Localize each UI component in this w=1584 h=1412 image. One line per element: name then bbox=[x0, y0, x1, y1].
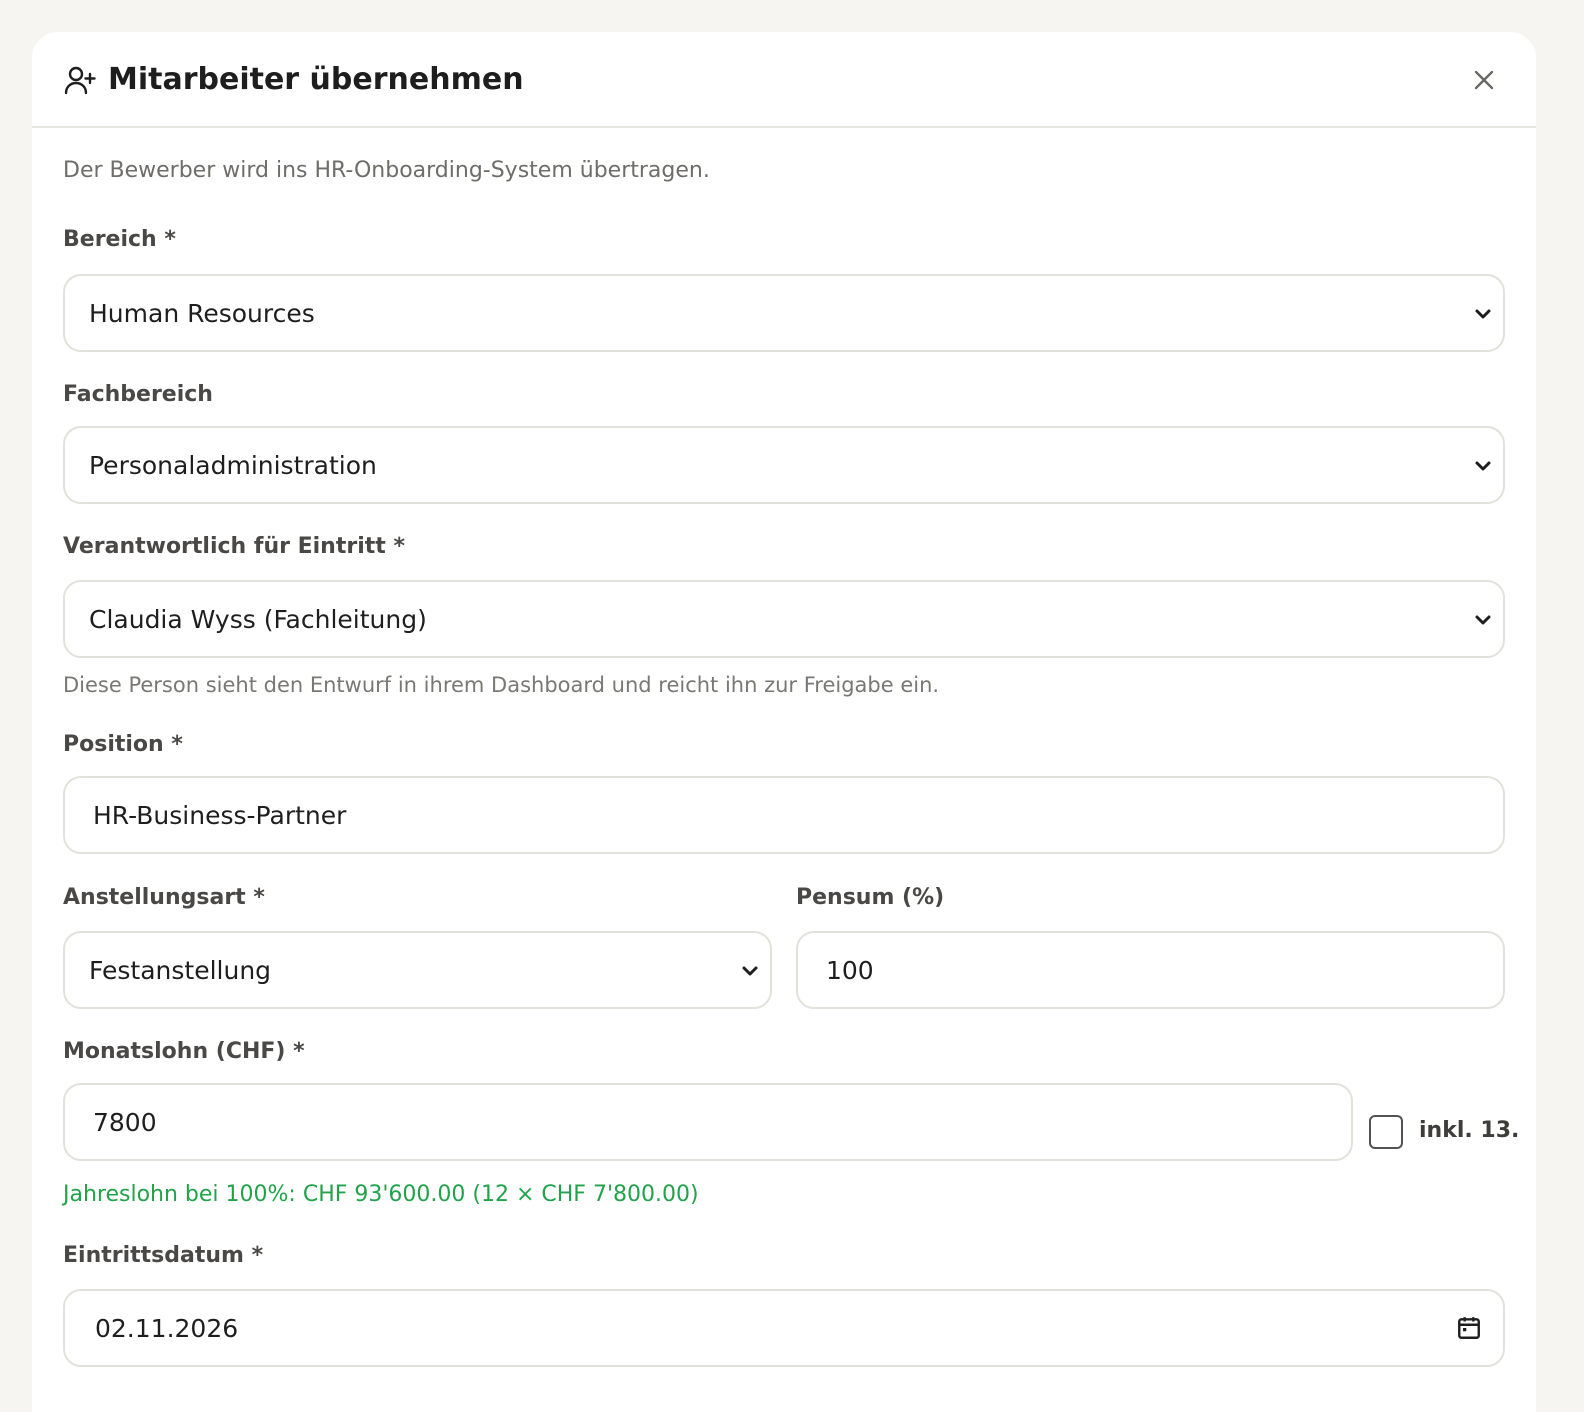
pensum-input[interactable]: 100 bbox=[796, 931, 1505, 1009]
fachbereich-select[interactable]: Personaladministration bbox=[63, 426, 1505, 504]
modal-header: Mitarbeiter übernehmen bbox=[32, 32, 1536, 128]
anstellungsart-select[interactable]: Festanstellung bbox=[63, 931, 772, 1009]
jahreslohn-summary: Jahreslohn bei 100%: CHF 93'600.00 (12 ×… bbox=[63, 1182, 699, 1207]
intro-text: Der Bewerber wird ins HR-Onboarding-Syst… bbox=[63, 158, 710, 183]
inkl-13-label: inkl. 13. bbox=[1419, 1118, 1520, 1143]
eintrittsdatum-value: 02.11.2026 bbox=[95, 1314, 239, 1343]
position-input[interactable]: HR-Business-Partner bbox=[63, 776, 1505, 854]
bereich-value: Human Resources bbox=[89, 299, 315, 328]
pensum-value: 100 bbox=[826, 956, 874, 985]
modal-title: Mitarbeiter übernehmen bbox=[108, 62, 524, 97]
fachbereich-value: Personaladministration bbox=[89, 451, 377, 480]
verantwortlich-value: Claudia Wyss (Fachleitung) bbox=[89, 605, 427, 634]
bereich-label: Bereich * bbox=[63, 227, 176, 252]
pensum-label: Pensum (%) bbox=[796, 885, 945, 910]
chevron-down-icon bbox=[1475, 461, 1491, 471]
inkl-13-checkbox[interactable] bbox=[1369, 1115, 1403, 1149]
fachbereich-label: Fachbereich bbox=[63, 382, 213, 407]
position-value: HR-Business-Partner bbox=[93, 801, 347, 830]
eintrittsdatum-input[interactable]: 02.11.2026 bbox=[63, 1289, 1505, 1367]
user-plus-icon bbox=[64, 66, 96, 95]
monatslohn-label: Monatslohn (CHF) * bbox=[63, 1039, 305, 1064]
calendar-icon[interactable] bbox=[1456, 1315, 1482, 1341]
modal-dialog: Mitarbeiter übernehmen Der Bewerber wird… bbox=[32, 32, 1536, 1412]
verantwortlich-hint: Diese Person sieht den Entwurf in ihrem … bbox=[63, 673, 940, 697]
monatslohn-value: 7800 bbox=[93, 1108, 157, 1137]
close-icon bbox=[1474, 70, 1494, 90]
chevron-down-icon bbox=[1475, 615, 1491, 625]
chevron-down-icon bbox=[1475, 309, 1491, 319]
position-label: Position * bbox=[63, 732, 183, 757]
verantwortlich-select[interactable]: Claudia Wyss (Fachleitung) bbox=[63, 580, 1505, 658]
close-button[interactable] bbox=[1466, 62, 1502, 98]
chevron-down-icon bbox=[742, 966, 758, 976]
anstellungsart-value: Festanstellung bbox=[89, 956, 272, 985]
bereich-select[interactable]: Human Resources bbox=[63, 274, 1505, 352]
monatslohn-input[interactable]: 7800 bbox=[63, 1083, 1353, 1161]
anstellungsart-label: Anstellungsart * bbox=[63, 885, 265, 910]
verantwortlich-label: Verantwortlich für Eintritt * bbox=[63, 534, 405, 559]
eintrittsdatum-label: Eintrittsdatum * bbox=[63, 1243, 264, 1268]
